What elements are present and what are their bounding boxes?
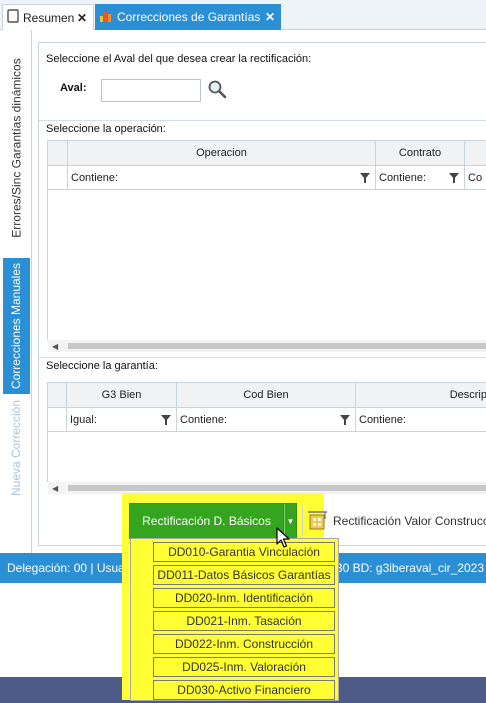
filter-operator: Co (468, 171, 483, 184)
scroll-left-icon[interactable]: ◀ (52, 484, 58, 493)
column-header-label: Descrip (449, 389, 486, 401)
aval-input[interactable] (101, 79, 201, 102)
close-icon[interactable]: ✕ (265, 10, 275, 24)
side-tab-label: Errores/Sinc Garantías dinámicos (9, 58, 24, 238)
aval-prompt: Seleccione el Aval del que desea crear l… (46, 53, 312, 65)
garantia-title: Seleccione la garantía: (46, 360, 158, 372)
tab-label: Resumen (23, 10, 75, 25)
column-header-contrato[interactable]: Contrato (376, 141, 465, 165)
rectificacion-valor-button[interactable]: Rectificación Valor Construcci (302, 506, 486, 536)
filter-icon[interactable] (340, 415, 350, 425)
operacion-horizontal-scrollbar[interactable]: ◀ (48, 340, 486, 352)
button-label: Rectificación Valor Construcci (333, 514, 486, 528)
garantia-grid-header: G3 Bien Cod Bien Descrip (47, 382, 486, 408)
operacion-grid-header: Operacion Contrato (47, 140, 486, 166)
menu-item-dd010[interactable]: DD010-Garantia Vinculación (153, 542, 335, 562)
grid-border (47, 190, 48, 340)
column-header-descripcion[interactable]: Descrip (356, 383, 486, 407)
side-tab-label: Correcciones Manuales (9, 262, 24, 390)
filter-icon[interactable] (161, 415, 171, 425)
filter-icon[interactable] (449, 173, 459, 183)
side-tab-nueva-correccion[interactable]: Nueva Corrección (3, 396, 30, 500)
menu-item-dd025[interactable]: DD025-Inm. Valoración (153, 657, 335, 677)
document-icon (7, 9, 19, 26)
rectificacion-dropdown-menu: DD010-Garantia Vinculación DD011-Datos B… (130, 538, 339, 701)
menu-item-dd011[interactable]: DD011-Datos Básicos Garantías (153, 565, 335, 585)
row-selector-header (48, 141, 68, 165)
column-header-cod-bien[interactable]: Cod Bien (177, 383, 356, 407)
rectificacion-basicos-button[interactable]: Rectificación D. Básicos (129, 503, 284, 539)
filter-operator: Contiene: (71, 171, 119, 184)
menu-item-dd022[interactable]: DD022-Inm. Construcción (153, 634, 335, 654)
operacion-title: Seleccione la operación: (46, 123, 166, 135)
filter-cell-extra[interactable]: Co (465, 166, 486, 189)
mouse-cursor-icon (276, 527, 292, 552)
close-icon[interactable]: ✕ (77, 11, 87, 25)
column-header-g3-bien[interactable]: G3 Bien (67, 383, 177, 407)
row-selector-header (48, 383, 67, 407)
filter-icon[interactable] (360, 173, 370, 183)
filter-operator: Igual: (70, 413, 97, 426)
tab-label: Correcciones de Garantías (117, 10, 261, 24)
side-tab-label: Nueva Corrección (9, 399, 24, 497)
row-selector (48, 408, 67, 431)
main-panel (38, 42, 486, 546)
column-header-operacion[interactable]: Operacion (68, 141, 376, 165)
building-icon (307, 509, 329, 534)
filter-cell-contrato[interactable]: Contiene: (376, 166, 465, 189)
garantia-filter-row: Igual: Contiene: Contiene: (47, 408, 486, 432)
filter-cell-descripcion[interactable]: Contiene: (356, 408, 486, 431)
operacion-filter-row: Contiene: Contiene: Co (47, 166, 486, 190)
status-left: Delegación: 00 | Usuario (7, 561, 139, 575)
filter-operator: Contiene: (359, 413, 407, 426)
menu-item-dd021[interactable]: DD021-Inm. Tasación (153, 611, 335, 631)
filter-operator: Contiene: (180, 413, 228, 426)
scroll-left-icon[interactable]: ◀ (52, 342, 58, 351)
scrollbar-thumb[interactable] (68, 485, 486, 491)
filter-operator: Contiene: (379, 171, 427, 184)
tab-resumen[interactable]: Resumen ✕ (2, 4, 94, 30)
status-right: -R730 BD: g3iberaval_cir_2023 (316, 561, 484, 575)
filter-cell-g3-bien[interactable]: Igual: (67, 408, 177, 431)
aval-label: Aval: (60, 82, 87, 94)
menu-item-dd030[interactable]: DD030-Activo Financiero (153, 680, 335, 700)
divider (39, 120, 486, 121)
divider (39, 357, 486, 358)
filter-cell-cod-bien[interactable]: Contiene: (177, 408, 356, 431)
menu-item-dd020[interactable]: DD020-Inm. Identificación (153, 588, 335, 608)
side-tab-errores[interactable]: Errores/Sinc Garantías dinámicos (3, 38, 30, 258)
grid-border (47, 432, 48, 482)
search-icon[interactable] (207, 79, 227, 102)
bar-chart-icon (99, 9, 113, 26)
row-selector (48, 166, 68, 189)
side-tab-strip: Errores/Sinc Garantías dinámicos Correcc… (0, 30, 32, 553)
tab-correcciones[interactable]: Correcciones de Garantías ✕ (95, 4, 281, 30)
scrollbar-thumb[interactable] (68, 343, 486, 349)
filter-cell-operacion[interactable]: Contiene: (68, 166, 376, 189)
side-tab-correcciones-manuales[interactable]: Correcciones Manuales (3, 258, 30, 394)
